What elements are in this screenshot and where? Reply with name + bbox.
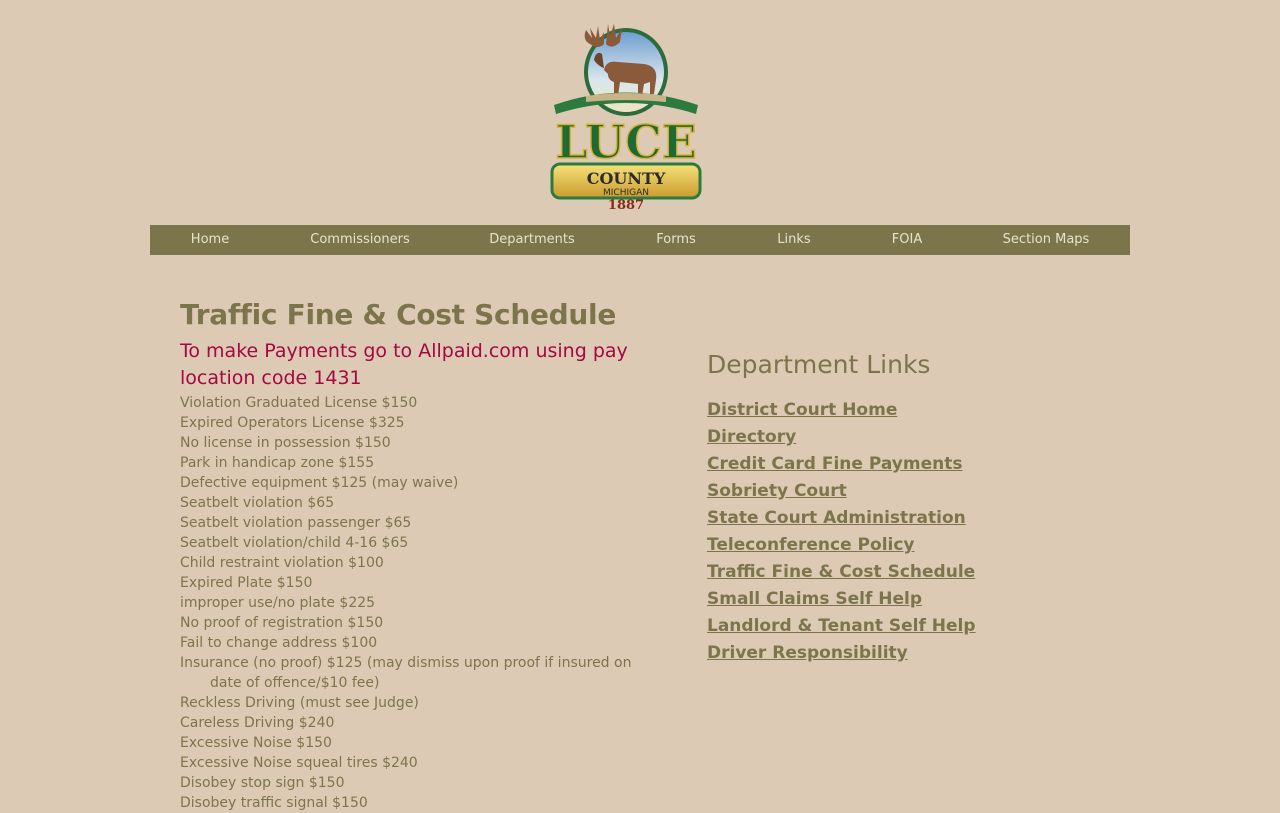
svg-text:LUCE: LUCE [555,115,697,169]
link-sobriety-court[interactable]: Sobriety Court [707,481,847,501]
link-landlord-tenant-self-help[interactable]: Landlord & Tenant Self Help [707,616,976,636]
list-item: No license in possession $150 [180,435,391,451]
main-content: Traffic Fine & Cost Schedule To make Pay… [180,296,640,813]
department-links-heading: Department Links [707,350,931,379]
link-small-claims-self-help[interactable]: Small Claims Self Help [707,589,922,609]
link-driver-responsibility[interactable]: Driver Responsibility [707,643,908,663]
svg-text:COUNTY: COUNTY [587,169,666,188]
department-links-list: District Court Home Directory Credit Car… [707,396,1067,666]
list-item: No proof of registration $150 [180,615,384,631]
list-item: improper use/no plate $225 [180,595,376,611]
list-item: Violation Graduated License $150 [180,395,418,411]
department-links-panel: Department Links District Court Home Dir… [707,348,1067,666]
nav-foia[interactable]: FOIA [892,225,922,255]
nav-departments[interactable]: Departments [489,225,574,255]
page-title: Traffic Fine & Cost Schedule [180,298,617,331]
list-item: Seatbelt violation $65 [180,495,335,511]
list-item: Reckless Driving (must see Judge) [180,695,419,711]
list-item: Disobey traffic signal $150 [180,795,368,811]
nav-commissioners[interactable]: Commissioners [310,225,409,255]
list-item: Park in handicap zone $155 [180,455,375,471]
svg-text:1887: 1887 [608,198,644,213]
list-item: Fail to change address $100 [180,635,378,651]
list-item: Excessive Noise squeal tires $240 [180,755,418,771]
fine-list: Violation Graduated License $150 Expired… [180,393,640,813]
list-item: Expired Plate $150 [180,575,313,591]
list-item: Seatbelt violation passenger $65 [180,515,412,531]
nav-section-maps[interactable]: Section Maps [1003,225,1090,255]
link-traffic-fine-cost-schedule[interactable]: Traffic Fine & Cost Schedule [707,562,975,582]
nav-links[interactable]: Links [777,225,810,255]
list-item: Excessive Noise $150 [180,735,332,751]
list-item: Child restraint violation $100 [180,555,384,571]
nav-home[interactable]: Home [191,225,229,255]
link-teleconference-policy[interactable]: Teleconference Policy [707,535,915,555]
link-directory[interactable]: Directory [707,427,796,447]
list-item: Defective equipment $125 (may waive) [180,475,459,491]
link-district-court-home[interactable]: District Court Home [707,400,897,420]
list-item: Disobey stop sign $150 [180,775,345,791]
list-item: Seatbelt violation/child 4-16 $65 [180,535,409,551]
link-state-court-administration[interactable]: State Court Administration [707,508,966,528]
payment-note: To make Payments go to Allpaid.com using… [180,340,628,389]
link-credit-card-fine-payments[interactable]: Credit Card Fine Payments [707,454,962,474]
svg-text:MICHIGAN: MICHIGAN [603,188,649,198]
list-item: Insurance (no proof) $125 (may dismiss u… [180,655,632,691]
nav-forms[interactable]: Forms [656,225,696,255]
list-item: Careless Driving $240 [180,715,335,731]
main-nav: Home Commissioners Departments Forms Lin… [150,225,1130,255]
list-item: Expired Operators License $325 [180,415,405,431]
luce-county-logo[interactable]: LUCE COUNTY MICHIGAN 1887 [546,10,706,214]
moose-icon: LUCE COUNTY MICHIGAN 1887 [550,24,702,213]
